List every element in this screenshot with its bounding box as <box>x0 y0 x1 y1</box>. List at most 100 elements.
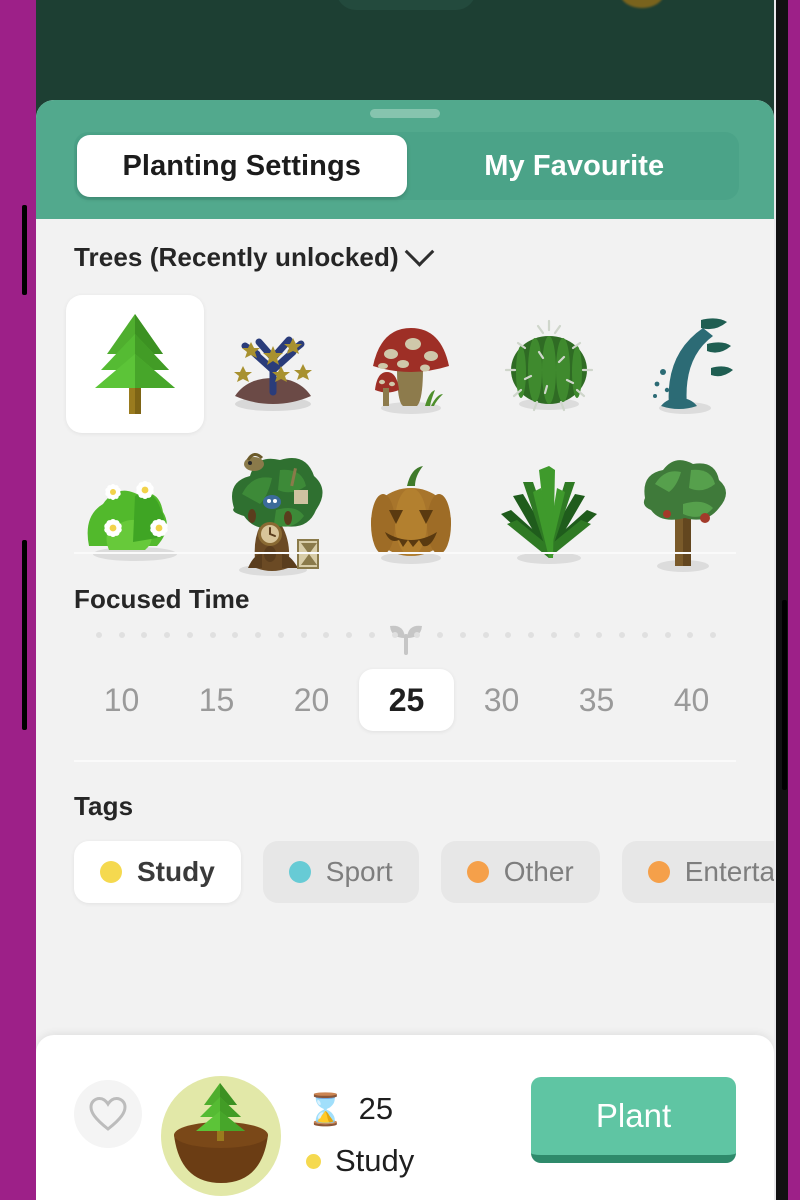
device-frame: Planting Settings My Favourite Trees (Re… <box>0 0 800 1200</box>
broadleaf-tree-icon <box>643 460 726 572</box>
slider-tick <box>437 632 444 638</box>
tag-study-label: Study <box>137 856 215 887</box>
slider-tick <box>368 632 375 638</box>
focused-time-label: Focused Time <box>74 584 250 614</box>
agave-plant-icon <box>501 466 597 564</box>
slider-tick <box>186 632 193 638</box>
slider-tick <box>641 632 648 638</box>
time-option-20[interactable]: 20 <box>264 669 359 731</box>
focused-time-header: Focused Time <box>74 584 250 615</box>
tag-sport[interactable]: Sport <box>262 841 419 903</box>
tag-entertainment[interactable]: Entertai <box>621 841 774 903</box>
slider-tick <box>550 632 557 638</box>
favourite-button[interactable] <box>74 1080 142 1148</box>
selected-tag-label: Study <box>335 1143 415 1178</box>
pine-tree-icon <box>95 314 175 414</box>
slider-tick <box>482 632 489 638</box>
teal-fountain-plant-icon <box>653 318 733 414</box>
power-button[interactable] <box>782 600 787 790</box>
tree-option-teal-fountain-plant[interactable] <box>618 295 756 433</box>
backdrop-pill <box>336 0 476 10</box>
tag-color-dot <box>306 1153 321 1169</box>
slider-tick <box>459 632 466 638</box>
flower-bush-icon <box>87 481 177 561</box>
tag-color-dot <box>647 861 670 883</box>
bottom-action-bar: ⌛ 25 Study Plant <box>36 1035 774 1200</box>
time-option-10[interactable]: 10 <box>74 669 169 731</box>
time-option-40[interactable]: 40 <box>644 669 739 731</box>
focused-time-options: 10 15 20 25 30 35 40 <box>74 669 739 731</box>
sheet-drag-handle[interactable] <box>370 109 440 118</box>
chevron-down-icon[interactable] <box>404 236 435 267</box>
tree-option-round-cactus[interactable] <box>480 295 618 433</box>
time-option-35[interactable]: 35 <box>549 669 644 731</box>
tree-option-pine-tree[interactable] <box>66 295 204 433</box>
slider-tick <box>118 632 125 638</box>
sheet-body: Trees (Recently unlocked) Focused Time 1… <box>36 219 774 1029</box>
tab-my-favourite-label: My Favourite <box>484 149 665 182</box>
volume-down-button[interactable] <box>22 540 27 730</box>
tab-bar: Planting Settings My Favourite <box>74 132 739 200</box>
slider-tick <box>710 632 716 638</box>
tag-other[interactable]: Other <box>440 841 600 903</box>
sheet-header: Planting Settings My Favourite <box>36 100 774 219</box>
tab-planting-settings-label: Planting Settings <box>122 149 362 182</box>
tag-entertainment-label: Entertai <box>684 856 774 887</box>
slider-tick <box>96 632 102 638</box>
sprout-icon[interactable] <box>387 616 425 661</box>
tree-option-blue-star-bush[interactable] <box>204 295 342 433</box>
round-cactus-icon <box>504 319 594 412</box>
tree-option-agave-plant[interactable] <box>480 445 618 583</box>
tree-option-clock-treehouse[interactable] <box>204 445 342 583</box>
focused-time-slider-track[interactable] <box>96 622 716 655</box>
tree-option-broadleaf-tree[interactable] <box>618 445 756 583</box>
tree-grid <box>66 289 774 589</box>
tag-list: Study Sport Other Entertai <box>74 841 774 903</box>
duration-value: 25 <box>358 1091 394 1126</box>
time-option-20-label: 20 <box>293 681 330 718</box>
slider-tick <box>505 632 512 638</box>
time-option-10-label: 10 <box>103 681 140 718</box>
divider-trees <box>74 552 736 554</box>
time-option-40-label: 40 <box>673 681 710 718</box>
tag-study[interactable]: Study <box>74 841 241 903</box>
tree-option-flower-bush[interactable] <box>66 445 204 583</box>
time-option-15-label: 15 <box>198 681 235 718</box>
tag-row: Study <box>306 1135 536 1187</box>
tag-color-dot <box>100 861 122 883</box>
plant-button[interactable]: Plant <box>531 1077 736 1163</box>
time-option-15[interactable]: 15 <box>169 669 264 731</box>
heart-icon <box>89 1096 127 1131</box>
time-option-25[interactable]: 25 <box>359 669 454 731</box>
hourglass-icon: ⌛ <box>306 1091 345 1127</box>
tags-header: Tags <box>74 791 133 822</box>
tree-option-red-mushroom[interactable] <box>342 295 480 433</box>
slider-tick <box>391 632 398 638</box>
tree-option-jack-o-lantern[interactable] <box>342 445 480 583</box>
slider-tick <box>300 632 307 638</box>
tag-color-dot <box>466 861 489 883</box>
slider-tick <box>323 632 330 638</box>
slider-tick <box>528 632 535 638</box>
session-summary: ⌛ 25 Study <box>306 1083 536 1187</box>
tag-other-label: Other <box>503 856 574 887</box>
tab-my-favourite[interactable]: My Favourite <box>410 132 740 200</box>
slider-tick <box>664 632 671 638</box>
tab-planting-settings[interactable]: Planting Settings <box>77 135 407 197</box>
tree-row <box>66 439 774 589</box>
slider-tick <box>346 632 353 638</box>
time-option-35-label: 35 <box>578 681 615 718</box>
time-option-30-label: 30 <box>483 681 520 718</box>
trees-section-label: Trees (Recently unlocked) <box>74 242 399 272</box>
volume-up-button[interactable] <box>22 205 27 295</box>
tag-sport-label: Sport <box>325 856 393 887</box>
time-option-25-label: 25 <box>388 681 425 718</box>
time-option-30[interactable]: 30 <box>454 669 549 731</box>
slider-tick <box>277 632 284 638</box>
clock-treehouse-icon <box>232 453 323 576</box>
backdrop-coin-icon <box>620 0 664 8</box>
plant-button-label: Plant <box>595 1097 672 1134</box>
blue-star-bush-icon <box>234 336 312 411</box>
slider-tick <box>619 632 626 638</box>
trees-section-header[interactable]: Trees (Recently unlocked) <box>74 236 435 273</box>
